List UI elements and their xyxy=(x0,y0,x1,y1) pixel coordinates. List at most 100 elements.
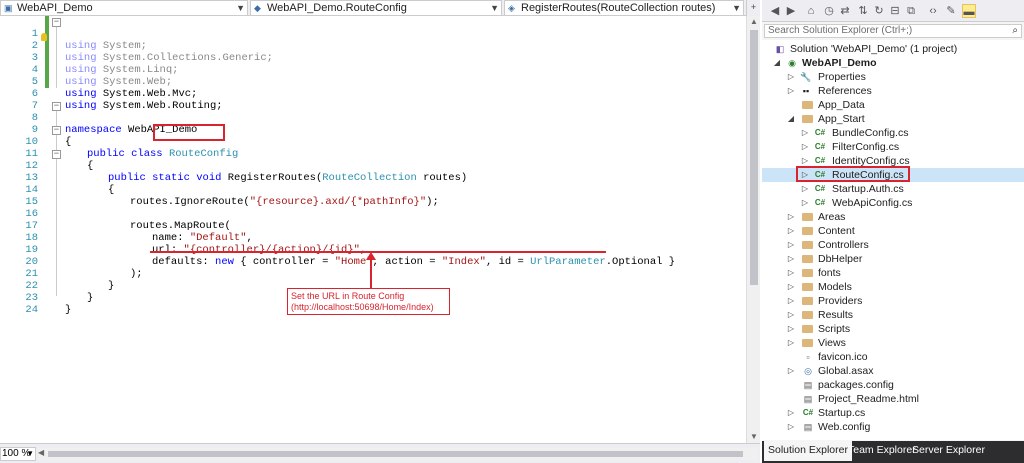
collapsed-icon[interactable]: ▷ xyxy=(786,280,796,294)
code-line: 12 public static void RegisterRoutes(Rou… xyxy=(0,148,746,184)
tree-item-webapiconfig[interactable]: ▷ C# WebApiConfig.cs xyxy=(762,196,1024,210)
tree-item-properties[interactable]: ▷ 🔧 Properties xyxy=(762,70,1024,84)
scroll-up-icon[interactable]: ▲ xyxy=(747,16,761,28)
annotation-callout: Set the URL in Route Config (http://loca… xyxy=(287,288,450,315)
tree-item-solution[interactable]: ◧ Solution 'WebAPI_Demo' (1 project) xyxy=(762,42,1024,56)
tree-item-views[interactable]: ▷ Views xyxy=(762,336,1024,350)
tree-item-dbhelper[interactable]: ▷ DbHelper xyxy=(762,252,1024,266)
collapsed-icon[interactable]: ▷ xyxy=(786,210,796,224)
collapsed-icon[interactable]: ▷ xyxy=(786,224,796,238)
refresh-icon[interactable]: ↻ xyxy=(872,4,886,18)
scroll-left-icon[interactable]: ◀ xyxy=(38,448,44,457)
collapsed-icon[interactable]: ▷ xyxy=(786,336,796,350)
collapsed-icon[interactable]: ▷ xyxy=(786,266,796,280)
history-icon[interactable]: ◷ xyxy=(822,4,836,18)
split-editor-button[interactable]: + xyxy=(746,0,760,16)
tree-item-filterconfig[interactable]: ▷ C# FilterConfig.cs xyxy=(762,140,1024,154)
tree-item-label: Solution 'WebAPI_Demo' (1 project) xyxy=(790,43,958,55)
code-line: 19 defaults: new { controller = "Home", … xyxy=(0,232,746,268)
expanded-icon[interactable]: ◢ xyxy=(786,112,796,126)
tree-item-content[interactable]: ▷ Content xyxy=(762,224,1024,238)
tree-item-readme[interactable]: ▤ Project_Readme.html xyxy=(762,392,1024,406)
code-line: 18 url: "{controller}/{action}/{id}", xyxy=(0,220,746,256)
collapsed-icon[interactable]: ▷ xyxy=(786,308,796,322)
forward-icon[interactable]: ▶ xyxy=(784,4,798,18)
expanded-icon[interactable]: ◢ xyxy=(772,56,782,70)
vertical-scrollbar[interactable]: ▲ ▼ xyxy=(746,16,760,443)
scrollbar-thumb[interactable] xyxy=(48,451,743,457)
collapsed-icon[interactable]: ▷ xyxy=(786,322,796,336)
tree-item-web-config[interactable]: ▷ ▤ Web.config xyxy=(762,420,1024,434)
collapsed-icon[interactable]: ▷ xyxy=(786,364,796,378)
class-dropdown-label: WebAPI_Demo.RouteConfig xyxy=(267,2,407,14)
tree-item-providers[interactable]: ▷ Providers xyxy=(762,294,1024,308)
tree-item-favicon[interactable]: ▫ favicon.ico xyxy=(762,350,1024,364)
search-icon[interactable]: ⌕ xyxy=(1012,25,1018,37)
properties-icon[interactable]: ✎ xyxy=(944,4,958,18)
collapsed-icon[interactable]: ▷ xyxy=(786,252,796,266)
chevron-down-icon: ▼ xyxy=(236,3,245,13)
collapsed-icon[interactable]: ▷ xyxy=(800,182,810,196)
tree-item-startup[interactable]: ▷ C# Startup.cs xyxy=(762,406,1024,420)
collapse-all-icon[interactable]: ⊟ xyxy=(888,4,902,18)
code-area[interactable]: − − − − 1 using System; 2 using System.C… xyxy=(0,16,746,443)
image-file-icon: ▫ xyxy=(806,352,810,362)
zoom-dropdown[interactable]: 100 % ▼ xyxy=(0,447,36,461)
tree-item-label: Startup.Auth.cs xyxy=(832,183,904,195)
sync-icon[interactable]: ⇅ xyxy=(856,4,870,18)
csharp-file-icon: C# xyxy=(802,408,814,417)
collapsed-icon[interactable]: ▷ xyxy=(786,70,796,84)
routeconfig-highlight-box xyxy=(796,166,910,182)
code-line: 14 routes.IgnoreRoute("{resource}.axd/{*… xyxy=(0,172,746,208)
tree-item-app-start[interactable]: ◢ App_Start xyxy=(762,112,1024,126)
tree-item-project[interactable]: ◢ ◉ WebAPI_Demo xyxy=(762,56,1024,70)
collapsed-icon[interactable]: ▷ xyxy=(800,126,810,140)
tree-item-label: Views xyxy=(818,337,846,349)
tree-item-label: Models xyxy=(818,281,852,293)
tree-item-packages-config[interactable]: ▤ packages.config xyxy=(762,378,1024,392)
class-dropdown[interactable]: ◆ WebAPI_Demo.RouteConfig ▼ xyxy=(250,0,502,16)
project-dropdown-label: WebAPI_Demo xyxy=(17,2,93,14)
solution-search-input[interactable]: Search Solution Explorer (Ctrl+;) ⌕ xyxy=(764,24,1022,38)
collapsed-icon[interactable]: ▷ xyxy=(786,84,796,98)
tree-item-startup-auth[interactable]: ▷ C# Startup.Auth.cs xyxy=(762,182,1024,196)
collapsed-icon[interactable]: ▷ xyxy=(800,196,810,210)
tree-item-label: Content xyxy=(818,225,855,237)
member-dropdown[interactable]: ◈ RegisterRoutes(RouteCollection routes)… xyxy=(504,0,744,16)
tree-item-results[interactable]: ▷ Results xyxy=(762,308,1024,322)
tree-item-references[interactable]: ▷ ▪▪ References xyxy=(762,84,1024,98)
collapsed-icon[interactable]: ▷ xyxy=(786,420,796,434)
pending-changes-icon[interactable]: ⇄ xyxy=(838,4,852,18)
tree-item-label: FilterConfig.cs xyxy=(832,141,900,153)
code-line: 4 using System.Web; xyxy=(0,52,746,88)
scroll-down-icon[interactable]: ▼ xyxy=(747,431,761,443)
folder-icon xyxy=(802,213,813,221)
show-all-files-icon[interactable]: ⧉ xyxy=(904,4,918,18)
csharp-file-icon: C# xyxy=(814,184,826,193)
collapsed-icon[interactable]: ▷ xyxy=(786,238,796,252)
view-code-icon[interactable]: ‹› xyxy=(926,4,940,18)
tree-item-models[interactable]: ▷ Models xyxy=(762,280,1024,294)
home-icon[interactable]: ⌂ xyxy=(804,4,818,18)
tree-item-controllers[interactable]: ▷ Controllers xyxy=(762,238,1024,252)
project-dropdown[interactable]: ▣ WebAPI_Demo ▼ xyxy=(0,0,248,16)
tree-item-scripts[interactable]: ▷ Scripts xyxy=(762,322,1024,336)
tree-item-app-data[interactable]: App_Data xyxy=(762,98,1024,112)
solution-explorer-toolbar: ◀ ▶ ⌂ ◷ ⇄ ⇅ ↻ ⊟ ⧉ ‹› ✎ ▬ xyxy=(762,0,1024,22)
tree-item-global-asax[interactable]: ▷ ◎ Global.asax xyxy=(762,364,1024,378)
collapsed-icon[interactable]: ▷ xyxy=(786,406,796,420)
tab-solution-explorer[interactable]: Solution Explorer xyxy=(764,441,852,461)
tree-item-areas[interactable]: ▷ Areas xyxy=(762,210,1024,224)
search-placeholder: Search Solution Explorer (Ctrl+;) xyxy=(768,25,913,36)
collapsed-icon[interactable]: ▷ xyxy=(786,294,796,308)
tree-item-fonts[interactable]: ▷ fonts xyxy=(762,266,1024,280)
collapsed-icon[interactable]: ▷ xyxy=(800,140,810,154)
tree-item-bundleconfig[interactable]: ▷ C# BundleConfig.cs xyxy=(762,126,1024,140)
scrollbar-thumb[interactable] xyxy=(750,30,758,285)
csharp-project-icon: ▣ xyxy=(4,3,13,13)
code-editor[interactable]: ▣ WebAPI_Demo ▼ ◆ WebAPI_Demo.RouteConfi… xyxy=(0,0,760,463)
tab-server-explorer[interactable]: Server Explorer xyxy=(908,441,989,461)
preview-selected-icon[interactable]: ▬ xyxy=(962,4,976,18)
back-icon[interactable]: ◀ xyxy=(768,4,782,18)
horizontal-scrollbar[interactable]: ◀ xyxy=(38,448,758,460)
